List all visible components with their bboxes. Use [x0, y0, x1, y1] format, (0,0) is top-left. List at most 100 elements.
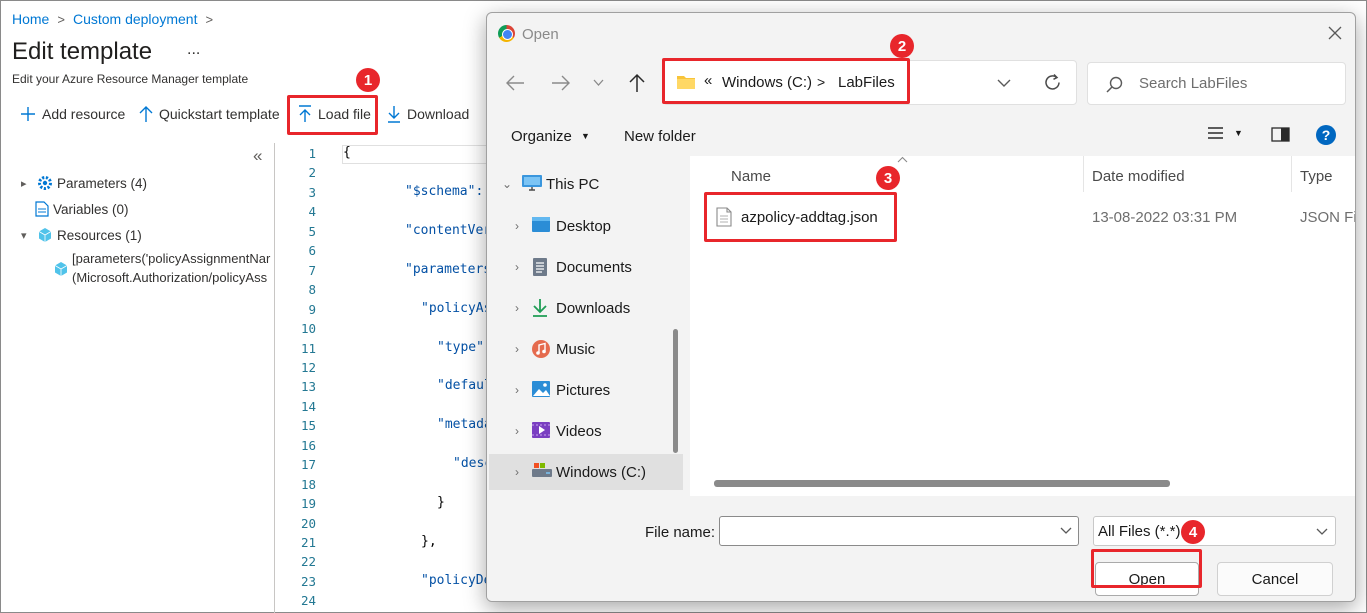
- nav-item-label: Music: [556, 340, 596, 358]
- chevron-right-icon[interactable]: ›: [503, 301, 531, 315]
- quickstart-template-button[interactable]: Quickstart template: [139, 99, 280, 129]
- column-divider: [1083, 156, 1084, 192]
- resource-name-line1: [parameters('policyAssignmentNar: [72, 251, 271, 266]
- tree-item-parameters-label: Parameters (4): [57, 175, 148, 191]
- file-type-select[interactable]: All Files (*.*): [1093, 516, 1336, 546]
- download-icon: [388, 106, 400, 123]
- line-number: 21: [300, 535, 316, 550]
- address-segment-labfiles[interactable]: LabFiles: [838, 74, 895, 91]
- code-editor[interactable]: 1 2 3 4 5 6 7 8 9 10 11 12 13 14 15 16 17 18 19 20 21 22 23 24 …: [274, 143, 495, 613]
- folder-icon: [677, 76, 695, 89]
- address-separator: >: [817, 74, 826, 90]
- nav-item-windows-c[interactable]: › Windows (C:): [489, 454, 683, 490]
- line-number: 5: [308, 223, 316, 239]
- refresh-icon: [1045, 73, 1060, 90]
- back-arrow-icon[interactable]: [505, 74, 525, 92]
- horizontal-scrollbar[interactable]: [714, 480, 1170, 487]
- load-file-button[interactable]: Load file: [298, 99, 371, 129]
- close-icon[interactable]: [1327, 25, 1343, 41]
- chevron-right-icon[interactable]: ›: [503, 219, 531, 233]
- collapse-pane-button[interactable]: «: [253, 146, 262, 166]
- nav-item-label: Windows (C:): [556, 463, 647, 481]
- quickstart-template-label: Quickstart template: [159, 106, 280, 122]
- nav-item-documents[interactable]: › Documents: [489, 249, 683, 285]
- chevron-down-icon: ▾: [21, 229, 27, 242]
- add-resource-button[interactable]: Add resource: [20, 99, 125, 129]
- nav-item-music[interactable]: › Music: [489, 331, 683, 367]
- chevron-down-icon[interactable]: [593, 79, 604, 87]
- file-icon: [716, 207, 732, 227]
- tree-item-resources[interactable]: ▾ Resources (1): [21, 224, 142, 246]
- address-segment-drive[interactable]: Windows (C:): [722, 74, 812, 91]
- cube-icon: [38, 228, 52, 242]
- nav-item-desktop[interactable]: › Desktop: [489, 208, 683, 244]
- document-icon: [35, 201, 49, 217]
- file-row[interactable]: azpolicy-addtag.json 13-08-2022 03:31 PM…: [704, 200, 1356, 234]
- chevron-right-icon[interactable]: ›: [503, 260, 531, 274]
- help-icon[interactable]: ?: [1316, 125, 1336, 145]
- dialog-title: Open: [522, 26, 559, 43]
- nav-item-downloads[interactable]: › Downloads: [489, 290, 683, 326]
- cancel-button[interactable]: Cancel: [1217, 562, 1333, 596]
- more-options-button[interactable]: ...: [187, 41, 200, 59]
- search-box[interactable]: Search LabFiles: [1087, 62, 1346, 105]
- tree-item-parameters[interactable]: ▸ Parameters (4): [21, 172, 147, 194]
- organize-button[interactable]: Organize ▼: [511, 128, 590, 145]
- nav-scrollbar[interactable]: [673, 329, 678, 453]
- new-folder-button[interactable]: New folder: [624, 128, 696, 145]
- plus-icon: [21, 107, 35, 121]
- nav-item-pictures[interactable]: › Pictures: [489, 372, 683, 408]
- chevron-right-icon[interactable]: ›: [503, 383, 531, 397]
- line-number: 19: [300, 496, 316, 512]
- refresh-button[interactable]: [1029, 60, 1077, 105]
- arrow-up-icon: [139, 106, 153, 122]
- up-arrow-icon[interactable]: [628, 73, 646, 93]
- forward-arrow-icon[interactable]: [551, 74, 571, 92]
- chevron-down-icon[interactable]: [997, 79, 1011, 88]
- downloads-icon: [531, 298, 553, 318]
- nav-item-videos[interactable]: › Videos: [489, 413, 683, 449]
- chevron-down-icon[interactable]: ⌄: [493, 177, 521, 191]
- chevron-right-icon: ▸: [21, 177, 27, 190]
- preview-pane-icon[interactable]: [1271, 127, 1290, 142]
- chevron-right-icon: >: [205, 11, 214, 27]
- line-number: 24: [300, 593, 316, 609]
- address-overflow-chevrons[interactable]: «: [704, 72, 712, 89]
- tree-item-resources-label: Resources (1): [57, 227, 142, 243]
- breadcrumb-custom-deployment[interactable]: Custom deployment: [73, 11, 198, 27]
- breadcrumb-home[interactable]: Home: [12, 11, 49, 27]
- open-button[interactable]: Open: [1095, 562, 1199, 596]
- column-header-type[interactable]: Type: [1300, 168, 1333, 185]
- view-options-button[interactable]: ▼: [1207, 126, 1243, 140]
- chevron-down-icon[interactable]: [1060, 527, 1072, 535]
- nav-item-this-pc[interactable]: ⌄ This PC: [489, 166, 683, 202]
- tree-item-resource[interactable]: [parameters('policyAssignmentNar (Micros…: [53, 251, 273, 291]
- code-line: "parameters: [405, 261, 492, 277]
- line-number-gutter: 1 2 3 4 5 6 7 8 9 10 11 12 13 14 15 16 17 18 19 20 21 22 23 24: [275, 143, 343, 613]
- line-number: 20: [300, 515, 316, 531]
- tree-item-variables[interactable]: Variables (0): [35, 198, 129, 220]
- download-label: Download: [407, 106, 470, 122]
- caret-down-icon: ▼: [1234, 128, 1243, 138]
- column-header-name[interactable]: Name: [731, 168, 771, 185]
- chevron-right-icon[interactable]: ›: [503, 342, 531, 356]
- code-line: "policyAs: [421, 300, 492, 316]
- file-type: JSON File: [1300, 209, 1356, 226]
- download-button[interactable]: Download: [387, 99, 469, 129]
- line-number: 14: [300, 398, 316, 414]
- address-bar[interactable]: « Windows (C:) > LabFiles: [663, 60, 1077, 105]
- line-number: 6: [308, 243, 316, 259]
- column-header-date[interactable]: Date modified: [1092, 168, 1185, 185]
- sort-up-icon: [897, 156, 908, 163]
- file-name-label: File name:: [645, 524, 716, 541]
- chevron-right-icon[interactable]: ›: [503, 465, 531, 479]
- chevron-right-icon[interactable]: ›: [503, 424, 531, 438]
- code-line: "policyDe: [421, 572, 492, 588]
- desktop-icon: [531, 216, 553, 236]
- code-line: },: [421, 534, 437, 549]
- file-name-input[interactable]: [719, 516, 1079, 546]
- file-date: 13-08-2022 03:31 PM: [1092, 209, 1238, 226]
- line-number: 2: [308, 165, 316, 181]
- line-number: 17: [300, 457, 316, 473]
- line-number: 15: [300, 418, 316, 434]
